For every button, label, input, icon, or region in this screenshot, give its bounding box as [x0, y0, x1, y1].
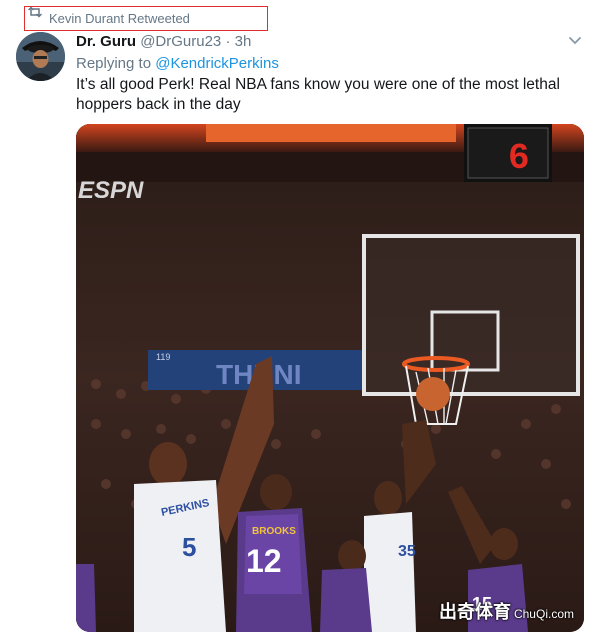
avatar-image — [16, 32, 65, 81]
mention-link[interactable]: @KendrickPerkins — [155, 55, 279, 72]
shot-clock: 6 — [508, 138, 530, 179]
media-video[interactable]: ESPN 119 THUNI 6 PERKINS 5 BROOKS 12 3 — [76, 124, 584, 632]
chevron-down-icon[interactable] — [568, 36, 582, 46]
watermark-cn: 出奇体育 — [438, 602, 511, 623]
player-name-2: BROOKS — [252, 526, 296, 537]
separator-dot: · — [225, 33, 231, 50]
user-handle[interactable]: @DrGuru23 — [140, 33, 221, 50]
player-number-1: 5 — [182, 532, 196, 562]
player-number-3: 35 — [398, 543, 416, 560]
replying-to: Replying to @KendrickPerkins — [76, 55, 279, 72]
player-number-2: 12 — [246, 543, 282, 579]
avatar[interactable] — [16, 32, 65, 81]
broadcaster-logo: ESPN — [78, 177, 144, 204]
retweet-context-label: Kevin Durant Retweeted — [49, 11, 190, 26]
retweet-icon — [28, 6, 42, 18]
arena-number: 119 — [156, 352, 170, 362]
watermark-en: ChuQi.com — [513, 607, 574, 621]
tweet-header: Dr. Guru @DrGuru23 · 3h — [76, 33, 251, 50]
watermark: 出奇体育 ChuQi.com — [439, 598, 574, 624]
retweet-context[interactable]: Kevin Durant Retweeted — [24, 6, 268, 31]
tweet-text: It’s all good Perk! Real NBA fans know y… — [76, 76, 560, 113]
replying-to-label: Replying to — [76, 55, 152, 72]
basketball-scene: ESPN 119 THUNI 6 PERKINS 5 BROOKS 12 3 — [76, 124, 584, 632]
display-name[interactable]: Dr. Guru — [76, 33, 136, 50]
timestamp[interactable]: 3h — [235, 33, 252, 50]
